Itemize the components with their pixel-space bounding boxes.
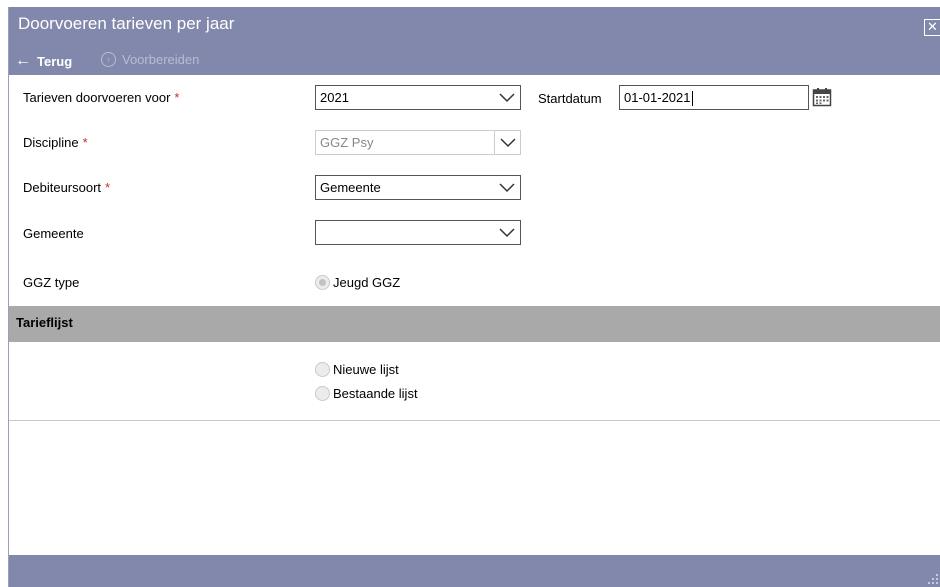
dialog-title: Doorvoeren tarieven per jaar bbox=[18, 14, 235, 33]
municipality-label: Gemeente bbox=[23, 226, 84, 241]
startdate-label: Startdatum bbox=[538, 91, 602, 106]
chevron-down-icon bbox=[494, 221, 520, 244]
chevron-down-icon bbox=[494, 176, 520, 199]
debtor-type-select[interactable]: Gemeente bbox=[315, 175, 521, 200]
debtor-type-select-value: Gemeente bbox=[320, 180, 381, 195]
year-label-text: Tarieven doorvoeren voor bbox=[23, 90, 171, 105]
required-marker: * bbox=[105, 180, 111, 195]
municipality-select[interactable] bbox=[315, 220, 521, 245]
startdate-input[interactable]: 01-01-2021 bbox=[619, 85, 809, 110]
discipline-label-text: Discipline bbox=[23, 135, 79, 150]
radio-button[interactable] bbox=[315, 386, 330, 401]
radio-new-list[interactable]: Nieuwe lijst bbox=[315, 362, 399, 377]
radio-button[interactable] bbox=[315, 362, 330, 377]
text-caret bbox=[691, 91, 693, 107]
radio-button bbox=[315, 275, 330, 290]
year-select[interactable]: 2021 bbox=[315, 85, 521, 110]
calendar-icon[interactable] bbox=[812, 87, 832, 107]
required-marker: * bbox=[82, 135, 88, 150]
debtor-type-label: Debiteursoort * bbox=[23, 180, 110, 195]
radio-new-list-label: Nieuwe lijst bbox=[333, 362, 399, 377]
ggz-type-radio-jeugd: Jeugd GGZ bbox=[315, 275, 400, 290]
section-title: Tarieflijst bbox=[16, 315, 73, 330]
discipline-select-value: GGZ Psy bbox=[320, 135, 374, 150]
circle-chevron-right-icon: › bbox=[101, 52, 116, 67]
year-select-value: 2021 bbox=[320, 90, 349, 105]
back-label: Terug bbox=[37, 53, 73, 69]
close-icon[interactable]: ✕ bbox=[924, 19, 940, 36]
radio-existing-list[interactable]: Bestaande lijst bbox=[315, 386, 418, 401]
dialog: Doorvoeren tarieven per jaar ✕ ← Terug ›… bbox=[8, 7, 940, 587]
radio-existing-list-label: Bestaande lijst bbox=[333, 386, 418, 401]
municipality-label-text: Gemeente bbox=[23, 226, 84, 241]
dialog-footer bbox=[9, 555, 940, 587]
prepare-button[interactable]: › Voorbereiden bbox=[101, 52, 199, 67]
year-label: Tarieven doorvoeren voor * bbox=[23, 90, 179, 105]
resize-grip-icon[interactable] bbox=[927, 573, 939, 585]
ggz-type-label: GGZ type bbox=[23, 275, 79, 290]
chevron-down-icon bbox=[494, 131, 520, 154]
debtor-type-label-text: Debiteursoort bbox=[23, 180, 102, 195]
chevron-down-icon bbox=[494, 86, 520, 109]
startdate-value: 01-01-2021 bbox=[624, 90, 691, 105]
prepare-label: Voorbereiden bbox=[122, 52, 200, 67]
ggz-type-label-text: GGZ type bbox=[23, 275, 80, 290]
back-button[interactable]: ← Terug bbox=[15, 52, 72, 70]
title-bar: Doorvoeren tarieven per jaar ✕ bbox=[9, 7, 940, 45]
toolbar: ← Terug › Voorbereiden bbox=[9, 45, 940, 75]
discipline-label: Discipline * bbox=[23, 135, 88, 150]
arrow-left-icon: ← bbox=[15, 52, 31, 69]
tariff-list-body: Nieuwe lijst Bestaande lijst bbox=[9, 342, 940, 421]
required-marker: * bbox=[174, 90, 180, 105]
section-header-tariff-list: Tarieflijst bbox=[9, 306, 940, 342]
ggz-type-option-label: Jeugd GGZ bbox=[333, 275, 401, 290]
discipline-select: GGZ Psy bbox=[315, 130, 521, 155]
